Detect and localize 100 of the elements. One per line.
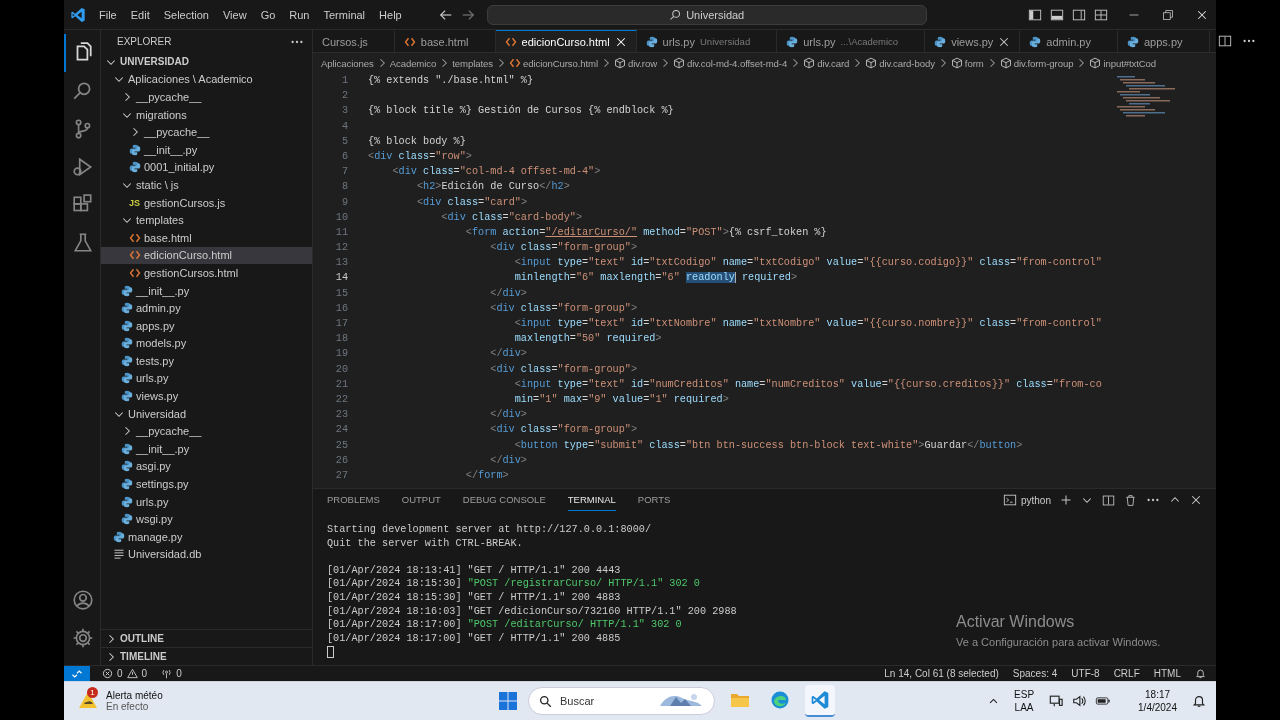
status-item[interactable]: CRLF [1113,668,1140,679]
menu-item[interactable]: Terminal [316,5,373,24]
editor-tab[interactable]: edicionCurso.html [495,30,637,52]
file-label[interactable]: views.py [136,390,179,403]
file-label[interactable]: urls.py [136,495,169,508]
breadcrumb-item[interactable]: form [964,57,984,69]
terminal-name[interactable]: python [1020,494,1051,506]
file-label[interactable]: 0001_initial.py [144,161,215,174]
panel-tab[interactable]: DEBUG CONSOLE [462,489,546,511]
code-editor-icon[interactable] [810,690,830,710]
error-icon[interactable] [102,668,113,679]
file-label[interactable]: __init__.py [136,284,190,297]
breadcrumb-item[interactable]: div.card [817,57,850,69]
section-header[interactable]: TIMELINE [120,651,167,662]
taskbar-search-field[interactable]: Buscar [528,687,715,715]
folder-label[interactable]: Aplicaciones \ Academico [128,73,253,86]
start-icon[interactable] [498,691,518,711]
breadcrumb-item[interactable]: div.col-md-4.offset-md-4 [687,57,788,69]
file-label[interactable]: __init__.py [144,143,198,156]
warning-icon[interactable] [126,668,138,679]
breadcrumb-item[interactable]: div.row [628,57,657,69]
folder-label[interactable]: Universidad [128,407,187,420]
trash-icon[interactable] [1124,493,1137,507]
file-label[interactable]: gestionCursos.html [144,266,239,279]
ports-count[interactable]: 0 [176,668,182,679]
folder-label[interactable]: static \ js [136,178,179,191]
editor-tab[interactable]: views.py [925,30,1021,52]
folder-label[interactable]: __pycache__ [144,126,210,139]
status-item[interactable]: HTML [1153,668,1181,679]
menu-item[interactable]: File [92,5,124,24]
remote-button[interactable] [64,665,90,682]
menu-item[interactable]: Go [253,5,283,24]
close-icon[interactable] [1196,8,1208,21]
menu-item[interactable]: View [215,5,254,24]
run-debug-icon[interactable] [72,156,94,178]
forward-arrow-icon[interactable] [460,7,475,22]
notification-bell-icon[interactable] [1192,694,1206,708]
panel-tab[interactable]: PROBLEMS [327,489,380,511]
keyboard-layout[interactable]: LAA [1014,701,1035,714]
breadcrumb-item[interactable]: div.form-group [1013,57,1074,69]
breadcrumb-item[interactable]: edicionCurso.html [522,57,599,69]
bell-icon[interactable] [1195,668,1206,679]
folder-label[interactable]: __pycache__ [136,91,202,103]
workspace-name[interactable]: UNIVERSIDAD [120,56,189,68]
status-item[interactable]: Spaces: 4 [1012,668,1058,679]
battery-icon[interactable] [1095,694,1112,708]
section-header[interactable]: OUTLINE [120,633,164,644]
panel-tab[interactable]: OUTPUT [401,489,441,511]
breadcrumb-item[interactable]: templates [452,57,493,69]
file-label[interactable]: urls.py [136,372,169,385]
folder-label[interactable]: migrations [136,108,187,121]
flask-icon[interactable] [72,232,94,254]
breadcrumb-item[interactable]: Aplicaciones [321,57,374,69]
file-label[interactable]: manage.py [128,530,183,543]
restore-icon[interactable] [1162,8,1174,21]
file-label[interactable]: apps.py [136,319,175,332]
clock-date[interactable]: 1/4/2024 [1138,701,1177,714]
editor-tab[interactable]: apps.py [1117,30,1210,52]
warning-count[interactable]: 0 [141,668,148,679]
file-label[interactable]: base.html [144,231,192,244]
file-label[interactable]: __init__.py [136,442,190,455]
close-icon[interactable] [998,35,1011,48]
split-editor-icon[interactable] [1217,34,1232,48]
error-count[interactable]: 0 [117,668,123,679]
menu-item[interactable]: Selection [156,5,216,24]
editor-tab[interactable]: urls.py ...\Academico [777,30,926,52]
file-label[interactable]: models.py [136,337,187,350]
breadcrumb-item[interactable]: div.card-body [879,57,935,69]
menu-item[interactable]: Help [372,5,409,24]
sidebar-left-icon[interactable] [1028,7,1042,22]
file-label[interactable]: tests.py [136,354,174,367]
file-label[interactable]: gestionCursos.js [144,196,226,209]
folder-label[interactable]: __pycache__ [136,425,202,438]
browser-icon[interactable] [770,690,790,710]
split-terminal-icon[interactable] [1102,493,1115,507]
panel-tab[interactable]: PORTS [637,489,671,511]
status-item[interactable]: Ln 14, Col 61 (8 selected) [884,668,999,679]
plus-icon[interactable] [1060,494,1072,506]
menu-item[interactable]: Edit [123,5,157,24]
broadcast-icon[interactable] [161,668,173,679]
file-label[interactable]: wsgi.py [136,513,173,526]
file-label[interactable]: asgi.py [136,460,171,473]
panel-bottom-icon[interactable] [1050,7,1064,22]
volume-icon[interactable] [1072,694,1087,708]
settings-icon[interactable] [72,627,94,649]
close-icon[interactable] [614,35,627,48]
panel-tab[interactable]: TERMINAL [567,489,616,511]
folder-label[interactable]: templates [136,214,184,227]
file-label[interactable]: admin.py [136,302,181,315]
editor-tab[interactable]: admin.py [1020,30,1118,52]
breadcrumb-item[interactable]: input#txtCod [1103,57,1157,69]
back-arrow-icon[interactable] [438,7,453,22]
command-search-field[interactable]: Universidad [486,4,927,25]
editor-tab[interactable]: urls.py Universidad [636,30,778,52]
editor-tab[interactable]: base.html [394,30,496,52]
sidebar-right-icon[interactable] [1072,7,1086,22]
layout-grid-icon[interactable] [1094,7,1108,22]
account-icon[interactable] [72,589,94,611]
clock-time[interactable]: 18:17 [1138,688,1177,701]
close-icon[interactable] [1190,494,1202,506]
